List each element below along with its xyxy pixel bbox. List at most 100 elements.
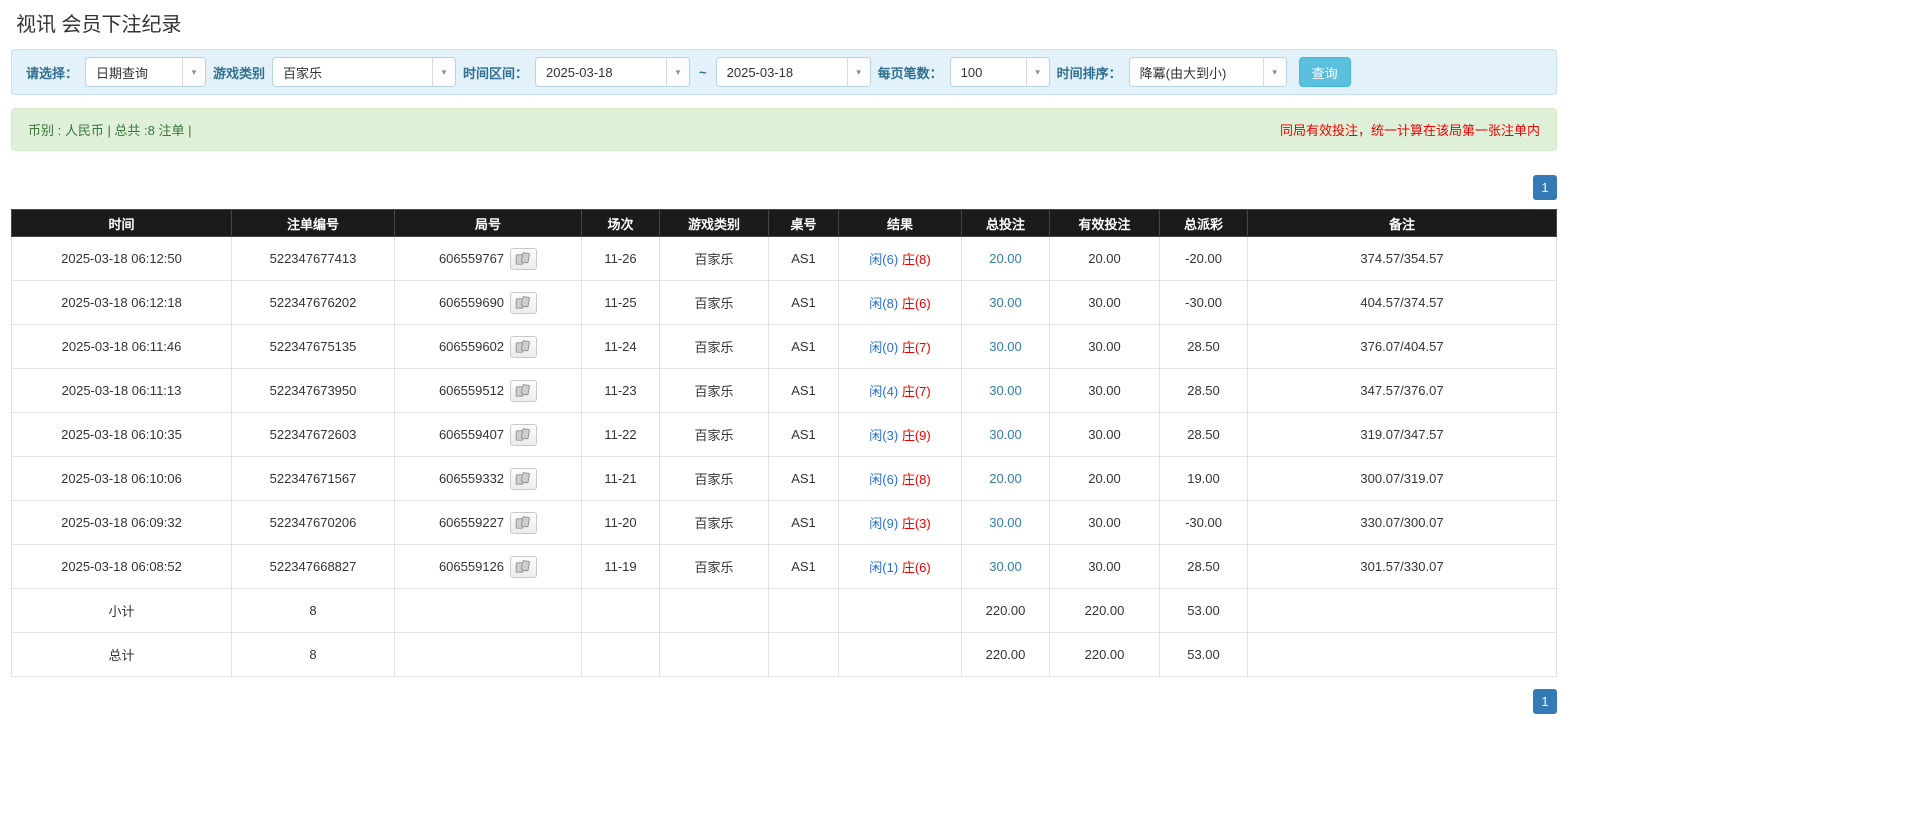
cell-session: 11-25 xyxy=(581,280,660,325)
view-cards-button[interactable] xyxy=(510,467,538,490)
cell-game-type: 百家乐 xyxy=(659,236,769,281)
cell-payout: 28.50 xyxy=(1159,324,1248,369)
records-table: 时间 注单编号 局号 场次 游戏类别 桌号 结果 总投注 有效投注 总派彩 备注 2025-03-1… xyxy=(11,209,1557,677)
cell-time: 2025-03-18 06:09:32 xyxy=(11,500,232,545)
table-header-row: 时间 注单编号 局号 场次 游戏类别 桌号 结果 总投注 有效投注 总派彩 备注 xyxy=(11,209,1557,237)
cell-table-no: AS1 xyxy=(768,456,839,501)
query-type-select[interactable]: 日期查询 ▾ xyxy=(85,57,207,87)
sort-select[interactable]: 降冪(由大到小) ▾ xyxy=(1128,57,1287,87)
view-cards-button[interactable] xyxy=(510,511,538,534)
chevron-down-icon[interactable]: ▾ xyxy=(1262,58,1286,86)
cell-round-id: 606559690 xyxy=(394,280,582,325)
summary-info-bar: 币别 : 人民币 | 总共 :8 注单 | 同局有效投注，统一计算在该局第一张注… xyxy=(11,108,1557,151)
chevron-down-icon[interactable]: ▾ xyxy=(432,58,456,86)
table-row: 2025-03-18 06:12:18 522347676202 606559690… xyxy=(11,280,1557,325)
cell-session: 11-26 xyxy=(581,236,660,281)
table-row: 2025-03-18 06:09:32 522347670206 606559227… xyxy=(11,500,1557,545)
date-to-select[interactable]: 2025-03-18 ▾ xyxy=(715,57,871,87)
sort-value: 降冪(由大到小) xyxy=(1139,65,1227,81)
chevron-down-icon[interactable]: ▾ xyxy=(846,58,870,86)
cell-bet-id: 522347668827 xyxy=(231,544,395,589)
query-type-label: 请选择： xyxy=(26,65,79,81)
view-cards-button[interactable] xyxy=(510,247,538,270)
cell-remark: 330.07/300.07 xyxy=(1247,500,1557,545)
cell-payout: -20.00 xyxy=(1159,236,1248,281)
cell-result: 闲(6) 庄(8) xyxy=(838,456,962,501)
table-row: 2025-03-18 06:11:13 522347673950 606559512… xyxy=(11,368,1557,413)
result-player: 闲(3) xyxy=(869,428,899,443)
cell-remark: 374.57/354.57 xyxy=(1247,236,1557,281)
total-bet-link[interactable]: 20.00 xyxy=(989,471,1022,486)
chevron-down-icon[interactable]: ▾ xyxy=(666,58,690,86)
column-header: 游戏类别 xyxy=(659,209,769,237)
result-banker: 庄(6) xyxy=(901,560,931,575)
cell-round-id: 606559227 xyxy=(394,500,582,545)
cell-valid-bet: 20.00 xyxy=(1049,236,1160,281)
cell-table-no: AS1 xyxy=(768,236,839,281)
cell-session: 11-20 xyxy=(581,500,660,545)
chevron-down-icon[interactable]: ▾ xyxy=(182,58,206,86)
cell-session: 11-19 xyxy=(581,544,660,589)
summary-valid-bet: 220.00 xyxy=(1049,632,1160,677)
cell-bet-id: 522347670206 xyxy=(231,500,395,545)
summary-row: 总计 8 220.00 220.00 53.00 xyxy=(11,632,1557,677)
date-from-select[interactable]: 2025-03-18 ▾ xyxy=(535,57,691,87)
summary-row: 小计 8 220.00 220.00 53.00 xyxy=(11,588,1557,633)
total-bet-link[interactable]: 30.00 xyxy=(989,559,1022,574)
cell-remark: 376.07/404.57 xyxy=(1247,324,1557,369)
total-bet-link[interactable]: 30.00 xyxy=(989,427,1022,442)
cell-table-no: AS1 xyxy=(768,544,839,589)
total-bet-link[interactable]: 30.00 xyxy=(989,339,1022,354)
cell-time: 2025-03-18 06:10:06 xyxy=(11,456,232,501)
cell-total-bet: 30.00 xyxy=(961,324,1050,369)
view-cards-button[interactable] xyxy=(510,291,538,314)
game-type-select[interactable]: 百家乐 ▾ xyxy=(272,57,457,87)
view-cards-button[interactable] xyxy=(510,335,538,358)
cell-valid-bet: 20.00 xyxy=(1049,456,1160,501)
total-bet-link[interactable]: 30.00 xyxy=(989,383,1022,398)
page-size-label: 每页笔数： xyxy=(877,65,943,81)
query-type-value: 日期查询 xyxy=(96,65,149,81)
page-size-select[interactable]: 100 ▾ xyxy=(949,57,1050,87)
cell-remark: 300.07/319.07 xyxy=(1247,456,1557,501)
view-cards-button[interactable] xyxy=(510,555,538,578)
cell-round-id: 606559512 xyxy=(394,368,582,413)
summary-payout: 53.00 xyxy=(1159,588,1248,633)
pagination-bottom: 1 xyxy=(11,689,1557,714)
page-1-button[interactable]: 1 xyxy=(1533,175,1557,200)
summary-label: 总计 xyxy=(11,632,232,677)
result-banker: 庄(6) xyxy=(901,296,931,311)
result-player: 闲(6) xyxy=(869,252,899,267)
view-cards-button[interactable] xyxy=(510,379,538,402)
cell-game-type: 百家乐 xyxy=(659,368,769,413)
cards-icon xyxy=(515,559,530,573)
cell-valid-bet: 30.00 xyxy=(1049,500,1160,545)
cell-valid-bet: 30.00 xyxy=(1049,544,1160,589)
page-1-button[interactable]: 1 xyxy=(1533,689,1557,714)
result-banker: 庄(9) xyxy=(901,428,931,443)
cell-valid-bet: 30.00 xyxy=(1049,280,1160,325)
view-cards-button[interactable] xyxy=(510,423,538,446)
total-bet-link[interactable]: 30.00 xyxy=(989,295,1022,310)
summary-valid-bet: 220.00 xyxy=(1049,588,1160,633)
search-button[interactable]: 查询 xyxy=(1298,57,1351,87)
cell-remark: 347.57/376.07 xyxy=(1247,368,1557,413)
result-player: 闲(0) xyxy=(869,340,899,355)
date-from-value: 2025-03-18 xyxy=(546,64,613,80)
cell-game-type: 百家乐 xyxy=(659,412,769,457)
cell-bet-id: 522347675135 xyxy=(231,324,395,369)
cell-payout: -30.00 xyxy=(1159,500,1248,545)
summary-payout: 53.00 xyxy=(1159,632,1248,677)
cell-time: 2025-03-18 06:12:18 xyxy=(11,280,232,325)
summary-total-bet: 220.00 xyxy=(961,588,1050,633)
total-bet-link[interactable]: 30.00 xyxy=(989,515,1022,530)
cards-icon xyxy=(515,383,530,397)
table-row: 2025-03-18 06:10:35 522347672603 606559407… xyxy=(11,412,1557,457)
result-banker: 庄(8) xyxy=(901,252,931,267)
total-bet-link[interactable]: 20.00 xyxy=(989,251,1022,266)
cell-game-type: 百家乐 xyxy=(659,456,769,501)
date-to-value: 2025-03-18 xyxy=(726,64,794,80)
cell-table-no: AS1 xyxy=(768,368,839,413)
chevron-down-icon[interactable]: ▾ xyxy=(1025,58,1049,86)
cell-table-no: AS1 xyxy=(768,500,839,545)
